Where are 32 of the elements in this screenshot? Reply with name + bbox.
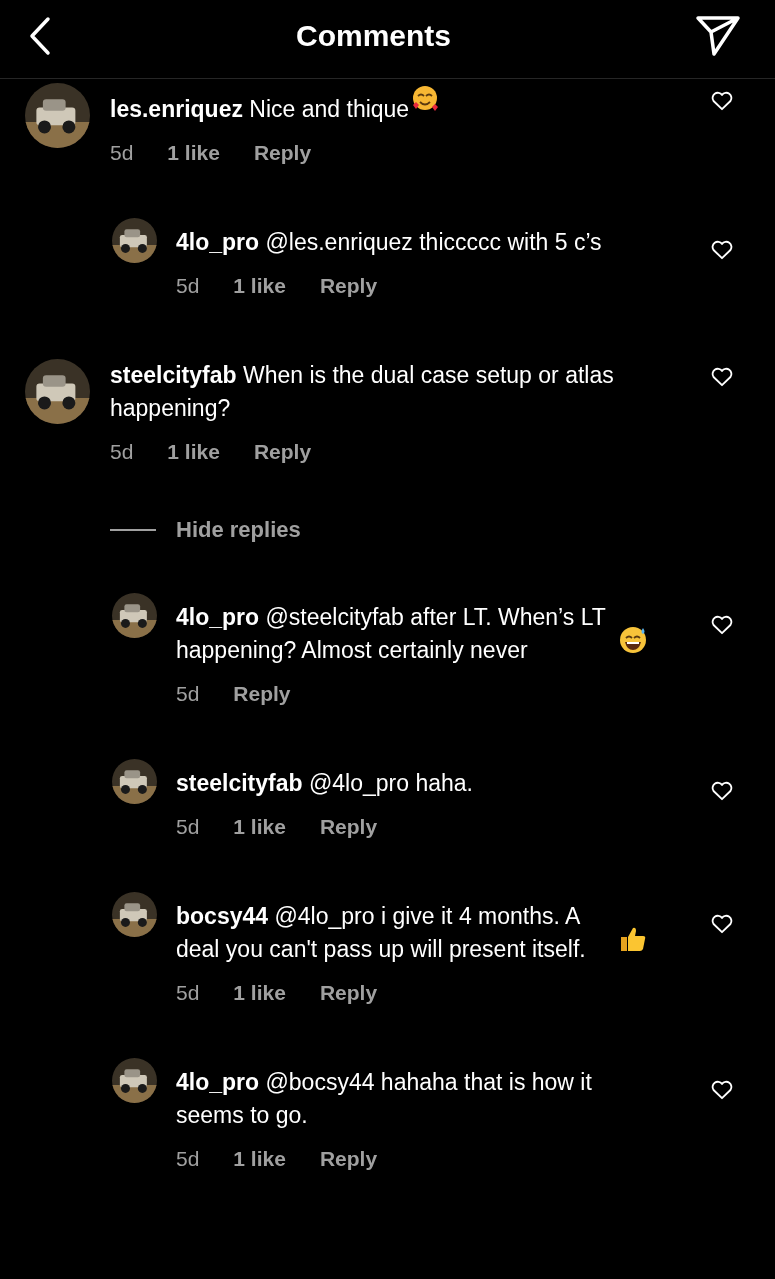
comment-time: 5d (176, 980, 200, 1006)
grinning-face-icon (617, 624, 649, 656)
reply-link[interactable]: Reply (319, 1144, 378, 1174)
comment-time: 5d (176, 273, 200, 299)
comment-text: steelcityfab When is the dual case setup or atlas happening? (110, 361, 615, 423)
comment-time: 5d (176, 1146, 200, 1172)
comment-time: 5d (110, 439, 134, 465)
likes-link[interactable]: 1 like (167, 437, 220, 467)
likes-link[interactable]: 1 like (233, 271, 286, 301)
hide-replies-link[interactable]: Hide replies (176, 517, 301, 543)
reply-link[interactable]: Reply (253, 437, 312, 467)
reply-link[interactable]: Reply (319, 271, 378, 301)
comment-text: 4lo_pro @bocsy44 hahaha that is how it seems to go. (176, 1068, 593, 1130)
back-icon[interactable] (28, 16, 52, 56)
likes-link[interactable]: 1 like (167, 138, 220, 168)
comment-text: bocsy44 @4lo_pro i give it 4 months. A deal you can't pass up will present itself. (176, 902, 587, 964)
comment-text: 4lo_pro @les.enriquez thiccccc with 5 c’s (176, 228, 602, 257)
likes-link[interactable]: 1 like (233, 1144, 286, 1174)
reply-link[interactable]: Reply (319, 978, 378, 1008)
comment-time: 5d (176, 814, 200, 840)
comment-text: 4lo_pro @steelcityfab after LT. When’s LT happening? Almost certainly never (176, 603, 607, 665)
header-title: Comments (296, 19, 451, 53)
reply-link[interactable]: Reply (233, 679, 291, 709)
likes-link[interactable]: 1 like (233, 812, 286, 842)
comment-time: 5d (176, 681, 200, 707)
comment-text: les.enriquez Nice and thique (110, 95, 410, 124)
reply-link[interactable]: Reply (319, 812, 378, 842)
paper-plane-icon[interactable] (695, 15, 741, 57)
comment-time: 5d (110, 140, 134, 166)
comment-text: steelcityfab @4lo_pro haha. (176, 769, 473, 798)
likes-link[interactable]: 1 like (233, 978, 286, 1008)
reply-link[interactable]: Reply (253, 138, 312, 168)
